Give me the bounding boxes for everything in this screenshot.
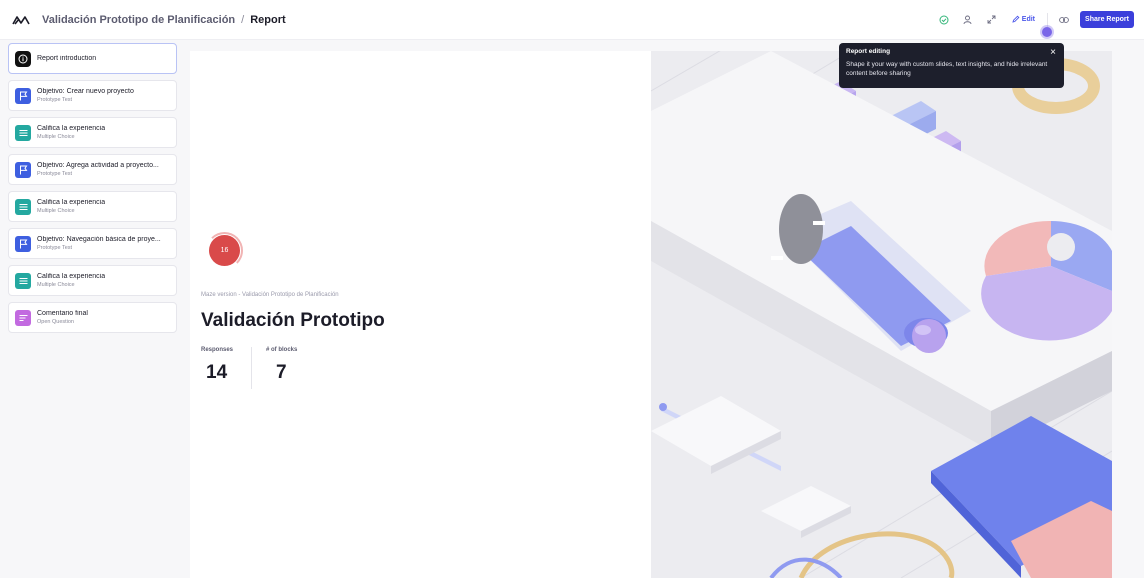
sidebar-item-califica-experiencia-2[interactable]: Califica la experiencia Multiple Choice: [8, 191, 177, 222]
sidebar-item-subtitle: Multiple Choice: [37, 282, 75, 288]
breadcrumb-current: Report: [250, 13, 286, 26]
info-icon: [15, 50, 31, 67]
edit-label: Edit: [1021, 16, 1036, 23]
check-circle-icon[interactable]: [936, 12, 952, 28]
sidebar-item-title: Comentario final: [37, 310, 88, 317]
sidebar-item-title: Report introduction: [37, 55, 97, 62]
sidebar-item-report-introduction[interactable]: Report introduction: [8, 43, 177, 74]
sidebar-item-subtitle: Multiple Choice: [37, 208, 75, 214]
maze-count-badge: 16: [209, 235, 240, 266]
pencil-icon: [1012, 15, 1020, 25]
sidebar-item-califica-experiencia-1[interactable]: Califica la experiencia Multiple Choice: [8, 117, 177, 148]
list-icon: [15, 272, 31, 289]
flag-icon: [15, 161, 31, 178]
sidebar-item-subtitle: Open Question: [37, 319, 74, 325]
report-editing-tooltip: Report editing Shape it your way with cu…: [839, 43, 1064, 88]
sidebar-item-crear-nuevo-proyecto[interactable]: Objetivo: Crear nuevo proyecto Prototype…: [8, 80, 177, 111]
stat-value: 7: [276, 362, 287, 383]
sidebar-item-title: Objetivo: Crear nuevo proyecto: [37, 88, 134, 95]
text-lines-icon: [15, 309, 31, 326]
sidebar-item-subtitle: Prototype Test: [37, 97, 73, 103]
expand-icon[interactable]: [984, 12, 1000, 28]
stat-divider: [251, 347, 252, 389]
sidebar-item-califica-experiencia-3[interactable]: Califica la experiencia Multiple Choice: [8, 265, 177, 296]
share-report-button[interactable]: Share Report: [1080, 11, 1134, 28]
stat-blocks: # of blocks 7: [266, 347, 297, 384]
slide-title: Validación Prototipo: [201, 310, 385, 331]
slide-content: 16 Maze version - Validación Prototipo d…: [190, 51, 651, 578]
sidebar-item-title: Objetivo: Navegación básica de proye...: [37, 236, 161, 243]
sidebar-item-title: Califica la experiencia: [37, 199, 106, 206]
slide-illustration: [651, 51, 1112, 578]
sidebar-item-navegacion-basica[interactable]: Objetivo: Navegación básica de proye... …: [8, 228, 177, 259]
onboarding-hotspot[interactable]: [1042, 27, 1052, 37]
sidebar-item-subtitle: Prototype Test: [37, 171, 73, 177]
flag-icon: [15, 235, 31, 252]
breadcrumb-separator: /: [241, 13, 245, 26]
sidebar-item-title: Califica la experiencia: [37, 125, 106, 132]
stat-responses: Responses 14: [201, 347, 233, 384]
sidebar-item-subtitle: Multiple Choice: [37, 134, 75, 140]
maze-version-text: Maze version - Validación Prototipo de P…: [201, 292, 339, 298]
sidebar-item-agrega-actividad[interactable]: Objetivo: Agrega actividad a proyecto...…: [8, 154, 177, 185]
tooltip-title: Report editing: [846, 48, 891, 55]
top-bar: Validación Prototipo de Planificación / …: [0, 0, 1144, 40]
report-slide: 16 Maze version - Validación Prototipo d…: [190, 51, 1112, 578]
sidebar-item-title: Objetivo: Agrega actividad a proyecto...: [37, 162, 159, 169]
stat-label: # of blocks: [266, 347, 298, 353]
sidebar-item-subtitle: Prototype Test: [37, 245, 73, 251]
list-icon: [15, 198, 31, 215]
header-divider: [1047, 12, 1049, 27]
sidebar-item-comentario-final[interactable]: Comentario final Open Question: [8, 302, 177, 333]
link-icon[interactable]: [1056, 12, 1072, 28]
header-actions: Edit Share Report: [936, 11, 1134, 28]
right-gutter: [1112, 40, 1144, 578]
breadcrumb-project[interactable]: Validación Prototipo de Planificación: [42, 14, 235, 26]
list-icon: [15, 124, 31, 141]
isometric-illustration: [651, 51, 1112, 578]
sidebar-item-title: Califica la experiencia: [37, 273, 106, 280]
tooltip-body: Shape it your way with custom slides, te…: [846, 61, 1048, 78]
report-blocks-sidebar: Report introduction Objetivo: Crear nuev…: [0, 40, 186, 578]
maze-logo-icon[interactable]: [12, 13, 30, 27]
stat-label: Responses: [201, 347, 234, 353]
user-icon[interactable]: [960, 12, 976, 28]
close-icon[interactable]: ×: [1050, 47, 1056, 58]
edit-button[interactable]: Edit: [1008, 13, 1039, 27]
stat-value: 14: [206, 362, 228, 383]
flag-icon: [15, 87, 31, 104]
